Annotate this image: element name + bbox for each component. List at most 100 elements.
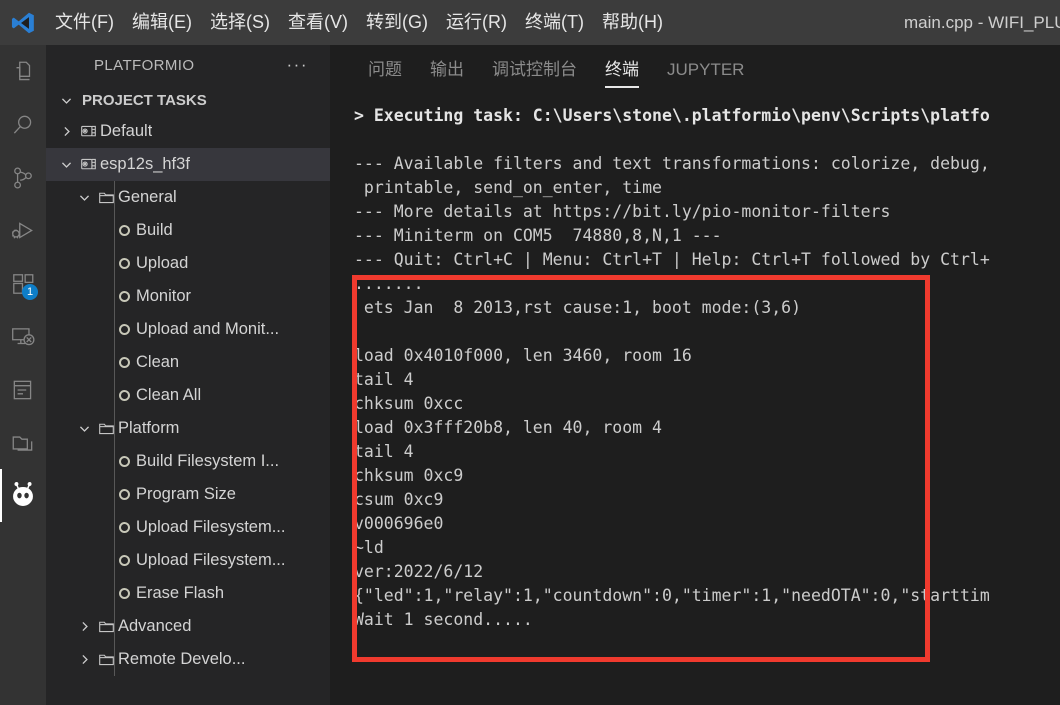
explorer-icon[interactable]	[0, 45, 46, 98]
terminal-line: load 0x4010f000, len 3460, room 16	[354, 346, 692, 365]
chevron-right-icon[interactable]	[74, 653, 94, 666]
window-title: main.cpp - WIFI_PLU	[904, 13, 1060, 32]
terminal-line: tail 4	[354, 442, 414, 461]
menu-file[interactable]: 文件(F)	[46, 0, 123, 45]
section-project-tasks[interactable]: PROJECT TASKS	[46, 85, 330, 115]
tree-item-label: Monitor	[136, 287, 192, 305]
tree-item-general[interactable]: General	[46, 181, 330, 214]
tree-item-build-filesystem-i[interactable]: Build Filesystem I...	[46, 445, 330, 478]
activity-bar: 1	[0, 45, 46, 705]
menu-edit[interactable]: 编辑(E)	[123, 0, 201, 45]
notebook-icon[interactable]	[0, 363, 46, 416]
chevron-down-icon[interactable]	[74, 422, 94, 435]
task-bullet-icon	[118, 225, 130, 236]
terminal-line: ver:2022/6/12	[354, 562, 484, 581]
tree-item-label: Default	[100, 122, 153, 140]
task-bullet-icon	[118, 291, 130, 302]
tree-item-upload[interactable]: Upload	[46, 247, 330, 280]
task-bullet-icon	[118, 456, 130, 467]
tree-item-clean-all[interactable]: Clean All	[46, 379, 330, 412]
terminal-line: load 0x3fff20b8, len 40, room 4	[354, 418, 662, 437]
tree-item-label: Upload Filesystem...	[136, 551, 286, 569]
terminal-line: --- Quit: Ctrl+C | Menu: Ctrl+T | Help: …	[354, 250, 990, 269]
task-bullet-icon	[118, 390, 130, 401]
board-icon	[76, 123, 100, 140]
task-bullet-icon	[118, 258, 130, 269]
tree-item-upload-and-monit[interactable]: Upload and Monit...	[46, 313, 330, 346]
tab-terminal[interactable]: 终端	[591, 55, 653, 90]
terminal-output[interactable]: > Executing task: C:\Users\stone\.platfo…	[330, 90, 1060, 705]
tree-item-label: Remote Develo...	[118, 650, 246, 668]
bottom-panel: 问题 输出 调试控制台 终端 JUPYTER > Executing task: C:\…	[330, 45, 1060, 705]
tree-item-label: esp12s_hf3f	[100, 155, 190, 173]
task-bullet-icon	[118, 555, 130, 566]
tree-item-monitor[interactable]: Monitor	[46, 280, 330, 313]
tree-item-default[interactable]: Default	[46, 115, 330, 148]
terminal-line: --- More details at https://bit.ly/pio-m…	[354, 202, 891, 221]
sidebar-title: PLATFORMIO	[94, 56, 195, 74]
tree-item-label: Upload Filesystem...	[136, 518, 286, 536]
menu-goto[interactable]: 转到(G)	[357, 0, 437, 45]
tree-item-label: Platform	[118, 419, 180, 437]
terminal-line: chksum 0xc9	[354, 466, 464, 485]
task-icon	[112, 258, 136, 269]
chevron-down-icon[interactable]	[74, 191, 94, 204]
tree-item-platform[interactable]: Platform	[46, 412, 330, 445]
vscode-window: 文件(F) 编辑(E) 选择(S) 查看(V) 转到(G) 运行(R) 终端(T…	[0, 0, 1060, 705]
task-bullet-icon	[118, 357, 130, 368]
title-bar: 文件(F) 编辑(E) 选择(S) 查看(V) 转到(G) 运行(R) 终端(T…	[0, 0, 1060, 45]
task-icon	[112, 324, 136, 335]
tab-debug-console[interactable]: 调试控制台	[478, 55, 591, 90]
tab-jupyter[interactable]: JUPYTER	[653, 60, 758, 90]
extensions-badge: 1	[22, 284, 38, 300]
tree-item-program-size[interactable]: Program Size	[46, 478, 330, 511]
menu-terminal[interactable]: 终端(T)	[516, 0, 593, 45]
section-project-tasks-label: PROJECT TASKS	[82, 91, 207, 109]
terminal-line: ~ld	[354, 538, 384, 557]
task-icon	[112, 456, 136, 467]
tree-item-label: Upload and Monit...	[136, 320, 280, 338]
sidebar-header: PLATFORMIO ···	[46, 45, 330, 85]
tree-item-esp12s-hf3f[interactable]: esp12s_hf3f	[46, 148, 330, 181]
remote-explorer-icon[interactable]	[0, 310, 46, 363]
tree-item-label: Upload	[136, 254, 189, 272]
tab-terminal-label: 终端	[605, 60, 639, 79]
tree-item-remote-develo[interactable]: Remote Develo...	[46, 643, 330, 676]
task-icon	[112, 555, 136, 566]
extensions-icon[interactable]: 1	[0, 257, 46, 310]
more-actions-icon[interactable]: ···	[281, 53, 314, 77]
chevron-right-icon[interactable]	[74, 620, 94, 633]
chevron-down-icon[interactable]	[56, 158, 76, 171]
tab-output-label: 输出	[430, 60, 464, 79]
menu-selection[interactable]: 选择(S)	[201, 0, 279, 45]
tab-problems-label: 问题	[368, 60, 402, 79]
menu-view[interactable]: 查看(V)	[279, 0, 357, 45]
folder-icon[interactable]	[0, 416, 46, 469]
board-icon	[76, 156, 100, 173]
tree-item-clean[interactable]: Clean	[46, 346, 330, 379]
task-icon	[112, 291, 136, 302]
tree-item-label: Clean	[136, 353, 180, 371]
source-control-icon[interactable]	[0, 151, 46, 204]
terminal-line: > Executing task: C:\Users\stone\.platfo…	[354, 106, 990, 125]
task-icon	[112, 522, 136, 533]
tree-item-build[interactable]: Build	[46, 214, 330, 247]
chevron-right-icon[interactable]	[56, 125, 76, 138]
tree-item-upload-filesystem[interactable]: Upload Filesystem...	[46, 511, 330, 544]
tree-item-erase-flash[interactable]: Erase Flash	[46, 577, 330, 610]
menu-help[interactable]: 帮助(H)	[593, 0, 672, 45]
tree-item-upload-filesystem[interactable]: Upload Filesystem...	[46, 544, 330, 577]
menu-run[interactable]: 运行(R)	[437, 0, 516, 45]
tab-output[interactable]: 输出	[416, 55, 478, 90]
tree-item-label: Program Size	[136, 485, 236, 503]
platformio-sidebar: PLATFORMIO ··· PROJECT TASKS Default esp1…	[46, 45, 330, 705]
tree-item-label: Build	[136, 221, 173, 239]
tab-problems[interactable]: 问题	[354, 55, 416, 90]
tree-item-label: Advanced	[118, 617, 192, 635]
terminal-line: Wait 1 second.....	[354, 610, 533, 629]
run-and-debug-icon[interactable]	[0, 204, 46, 257]
search-icon[interactable]	[0, 98, 46, 151]
terminal-line: {"led":1,"relay":1,"countdown":0,"timer"…	[354, 586, 990, 605]
platformio-alien-icon[interactable]	[0, 469, 46, 522]
tree-item-advanced[interactable]: Advanced	[46, 610, 330, 643]
